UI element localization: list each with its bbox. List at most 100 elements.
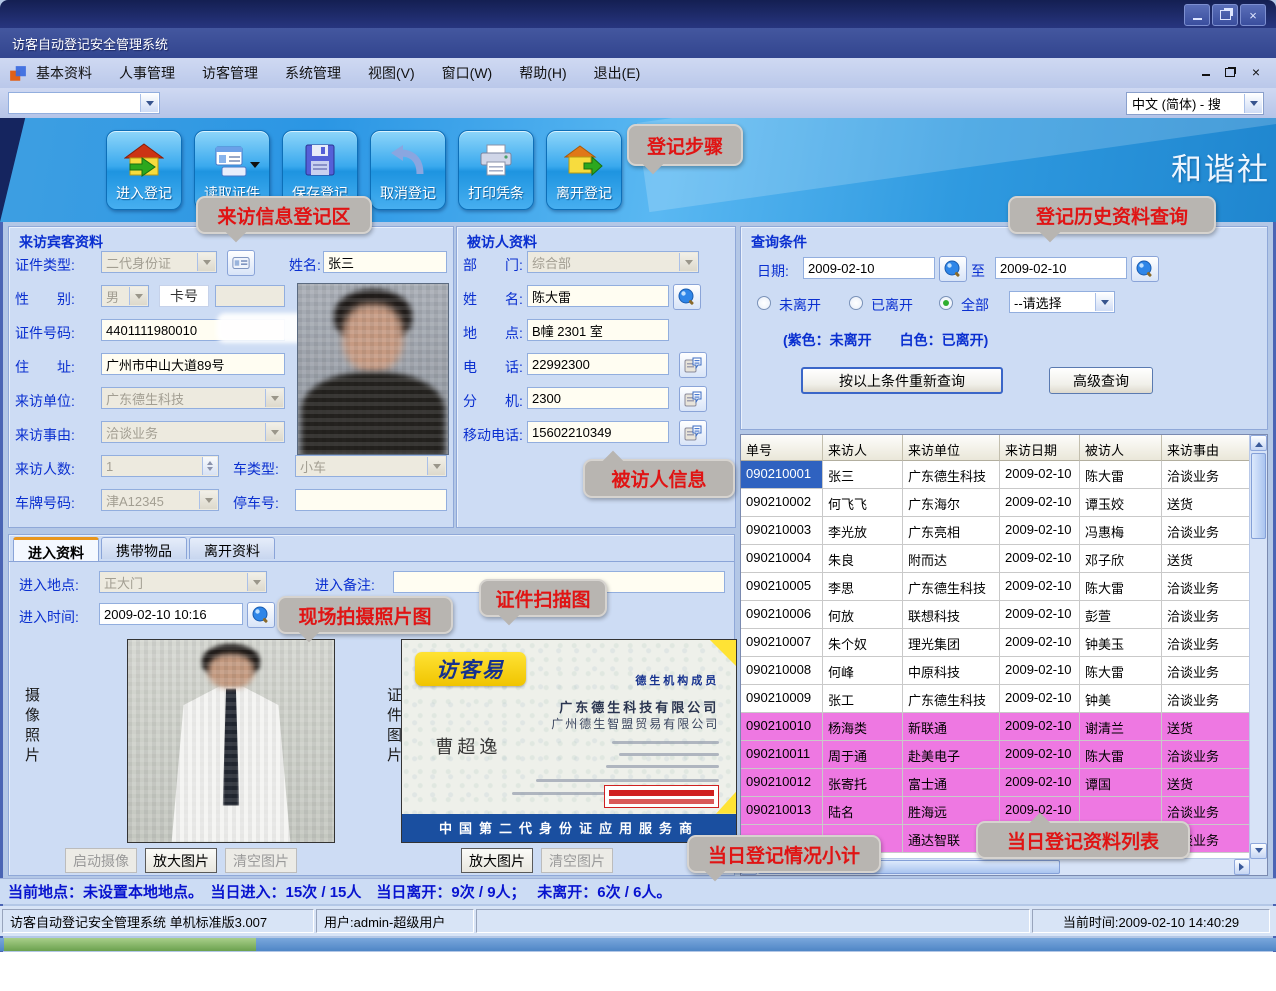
menu-item-7[interactable]: 退出(E)	[594, 63, 641, 83]
entry-time-field[interactable]: 2009-02-10 10:16	[99, 603, 243, 625]
menu-item-6[interactable]: 帮助(H)	[519, 63, 566, 83]
reason-dropdown[interactable]	[265, 423, 283, 441]
location-field[interactable]: B幢 2301 室	[527, 319, 669, 341]
address-field[interactable]: 广州市中山大道89号	[101, 353, 285, 375]
menu-item-3[interactable]: 系统管理	[285, 63, 341, 83]
menu-item-5[interactable]: 窗口(W)	[442, 63, 493, 83]
radio-not-left[interactable]	[757, 296, 771, 310]
filter-select[interactable]: --请选择	[1009, 291, 1115, 313]
tab-1[interactable]: 携带物品	[101, 537, 187, 559]
vehicle-type-combo[interactable]: 小车	[295, 455, 447, 477]
advanced-query-button[interactable]: 高级查询	[1049, 367, 1153, 394]
table-row-8[interactable]: 090210008何峰中原科技2009-02-10陈大雷洽谈业务	[741, 657, 1250, 685]
table-row-11[interactable]: 090210011周于通赴美电子2009-02-10陈大雷洽谈业务	[741, 741, 1250, 769]
company-dropdown[interactable]	[265, 389, 283, 407]
table-row-9[interactable]: 090210009张工广东德生科技2009-02-10钟美洽谈业务	[741, 685, 1250, 713]
host-search-button[interactable]	[673, 284, 701, 310]
stepper-buttons[interactable]	[202, 457, 217, 475]
entry-place-dropdown[interactable]	[247, 573, 265, 591]
ext-field[interactable]: 2300	[527, 387, 669, 409]
phone-field[interactable]: 22992300	[527, 353, 669, 375]
toolbar-combobox-dropdown[interactable]	[140, 94, 158, 112]
card-reader-button[interactable]	[227, 250, 255, 276]
table-row-3[interactable]: 090210003李光放广东亮相2009-02-10冯惠梅洽谈业务	[741, 517, 1250, 545]
mdi-restore-button[interactable]	[1220, 62, 1240, 82]
table-row-6[interactable]: 090210006何放联想科技2009-02-10彭萱洽谈业务	[741, 601, 1250, 629]
camera-button-2[interactable]: 清空图片	[225, 848, 297, 873]
date-from-picker-button[interactable]	[939, 256, 967, 282]
tab-2[interactable]: 离开资料	[189, 537, 275, 559]
toolbar-combobox[interactable]	[8, 92, 160, 114]
plate-combo[interactable]: 津A12345	[101, 489, 219, 511]
card-button-0[interactable]: 放大图片	[461, 848, 533, 873]
card-button-1[interactable]: 清空图片	[541, 848, 613, 873]
date-to-field[interactable]: 2009-02-10	[995, 257, 1127, 279]
entry-time-picker-button[interactable]	[247, 602, 275, 628]
column-header-date[interactable]: 来访日期	[1000, 435, 1080, 461]
menu-item-4[interactable]: 视图(V)	[368, 63, 415, 83]
toolbar-button-undo-icon[interactable]: 取消登记	[370, 130, 446, 210]
mobile-notify-button[interactable]	[679, 420, 707, 446]
gender-combo[interactable]: 男	[101, 285, 149, 307]
table-row-12[interactable]: 090210012张寄托富士通2009-02-10谭国送货	[741, 769, 1250, 797]
dept-combo[interactable]: 综合部	[527, 251, 699, 273]
mobile-field[interactable]: 15602210349	[527, 421, 669, 443]
card-no-field[interactable]	[215, 285, 285, 307]
ext-notify-button[interactable]	[679, 386, 707, 412]
table-row-5[interactable]: 090210005李思广东德生科技2009-02-10陈大雷洽谈业务	[741, 573, 1250, 601]
entry-place-combo[interactable]: 正大门	[99, 571, 267, 593]
column-header-id[interactable]: 单号	[741, 435, 823, 461]
table-row-1[interactable]: 090210001张三广东德生科技2009-02-10陈大雷洽谈业务	[741, 461, 1250, 489]
vertical-scrollbar[interactable]	[1249, 435, 1267, 859]
vehicle-type-dropdown[interactable]	[427, 457, 445, 475]
scroll-up-button[interactable]	[1250, 435, 1267, 451]
menu-item-2[interactable]: 访客管理	[202, 63, 258, 83]
table-row-7[interactable]: 090210007朱个奴理光集团2009-02-10钟美玉洽谈业务	[741, 629, 1250, 657]
radio-left[interactable]	[849, 296, 863, 310]
tab-0[interactable]: 进入资料	[13, 537, 99, 561]
mdi-minimize-button[interactable]	[1196, 62, 1216, 82]
scroll-right-button[interactable]	[1234, 859, 1250, 875]
toolbar-button-enter-register-icon[interactable]: 进入登记	[106, 130, 182, 210]
table-row-4[interactable]: 090210004朱良附而达2009-02-10邓子欣送货	[741, 545, 1250, 573]
menu-item-1[interactable]: 人事管理	[119, 63, 175, 83]
gender-dropdown[interactable]	[129, 287, 147, 305]
vertical-scroll-thumb[interactable]	[1251, 453, 1266, 539]
close-button[interactable]: ×	[1240, 4, 1266, 26]
column-header-reason[interactable]: 来访事由	[1162, 435, 1252, 461]
date-to-picker-button[interactable]	[1131, 256, 1159, 282]
menu-item-0[interactable]: 基本资料	[36, 63, 92, 83]
phone-notify-button[interactable]	[679, 352, 707, 378]
camera-button-0[interactable]: 启动摄像	[65, 848, 137, 873]
host-name-field[interactable]: 陈大雷	[527, 285, 669, 307]
requery-button[interactable]: 按以上条件重新查询	[801, 367, 1003, 394]
camera-button-1[interactable]: 放大图片	[145, 848, 217, 873]
titlebar[interactable]: 访客自动登记安全管理系统	[0, 28, 1276, 58]
column-header-host[interactable]: 被访人	[1080, 435, 1162, 461]
restore-button[interactable]	[1212, 4, 1238, 26]
minimize-button[interactable]	[1184, 4, 1210, 26]
mdi-close-button[interactable]: ×	[1246, 62, 1266, 82]
scroll-down-button[interactable]	[1250, 843, 1267, 859]
visitor-count-stepper[interactable]: 1	[101, 455, 219, 477]
language-bar[interactable]: 中文 (简体) - 搜	[1126, 92, 1264, 115]
reason-combo[interactable]: 洽谈业务	[101, 421, 285, 443]
plate-dropdown[interactable]	[199, 491, 217, 509]
dept-dropdown[interactable]	[679, 253, 697, 271]
card-no-button[interactable]: 卡号	[159, 285, 209, 307]
table-row-10[interactable]: 090210010杨海类新联通2009-02-10谢清兰送货	[741, 713, 1250, 741]
toolbar-button-leave-register-icon[interactable]: 离开登记	[546, 130, 622, 210]
filter-select-dropdown[interactable]	[1095, 293, 1113, 311]
column-header-visitor[interactable]: 来访人	[823, 435, 903, 461]
column-header-company[interactable]: 来访单位	[903, 435, 1000, 461]
radio-all[interactable]	[939, 296, 953, 310]
language-dropdown[interactable]	[1244, 94, 1262, 113]
parking-field[interactable]	[295, 489, 447, 511]
id-type-combo[interactable]: 二代身份证	[101, 251, 217, 273]
id-type-dropdown[interactable]	[197, 253, 215, 271]
company-combo[interactable]: 广东德生科技	[101, 387, 285, 409]
date-from-field[interactable]: 2009-02-10	[803, 257, 935, 279]
toolbar-button-print-icon[interactable]: 打印凭条	[458, 130, 534, 210]
table-row-2[interactable]: 090210002何飞飞广东海尔2009-02-10谭玉姣送货	[741, 489, 1250, 517]
visitor-name-field[interactable]: 张三	[323, 251, 447, 273]
